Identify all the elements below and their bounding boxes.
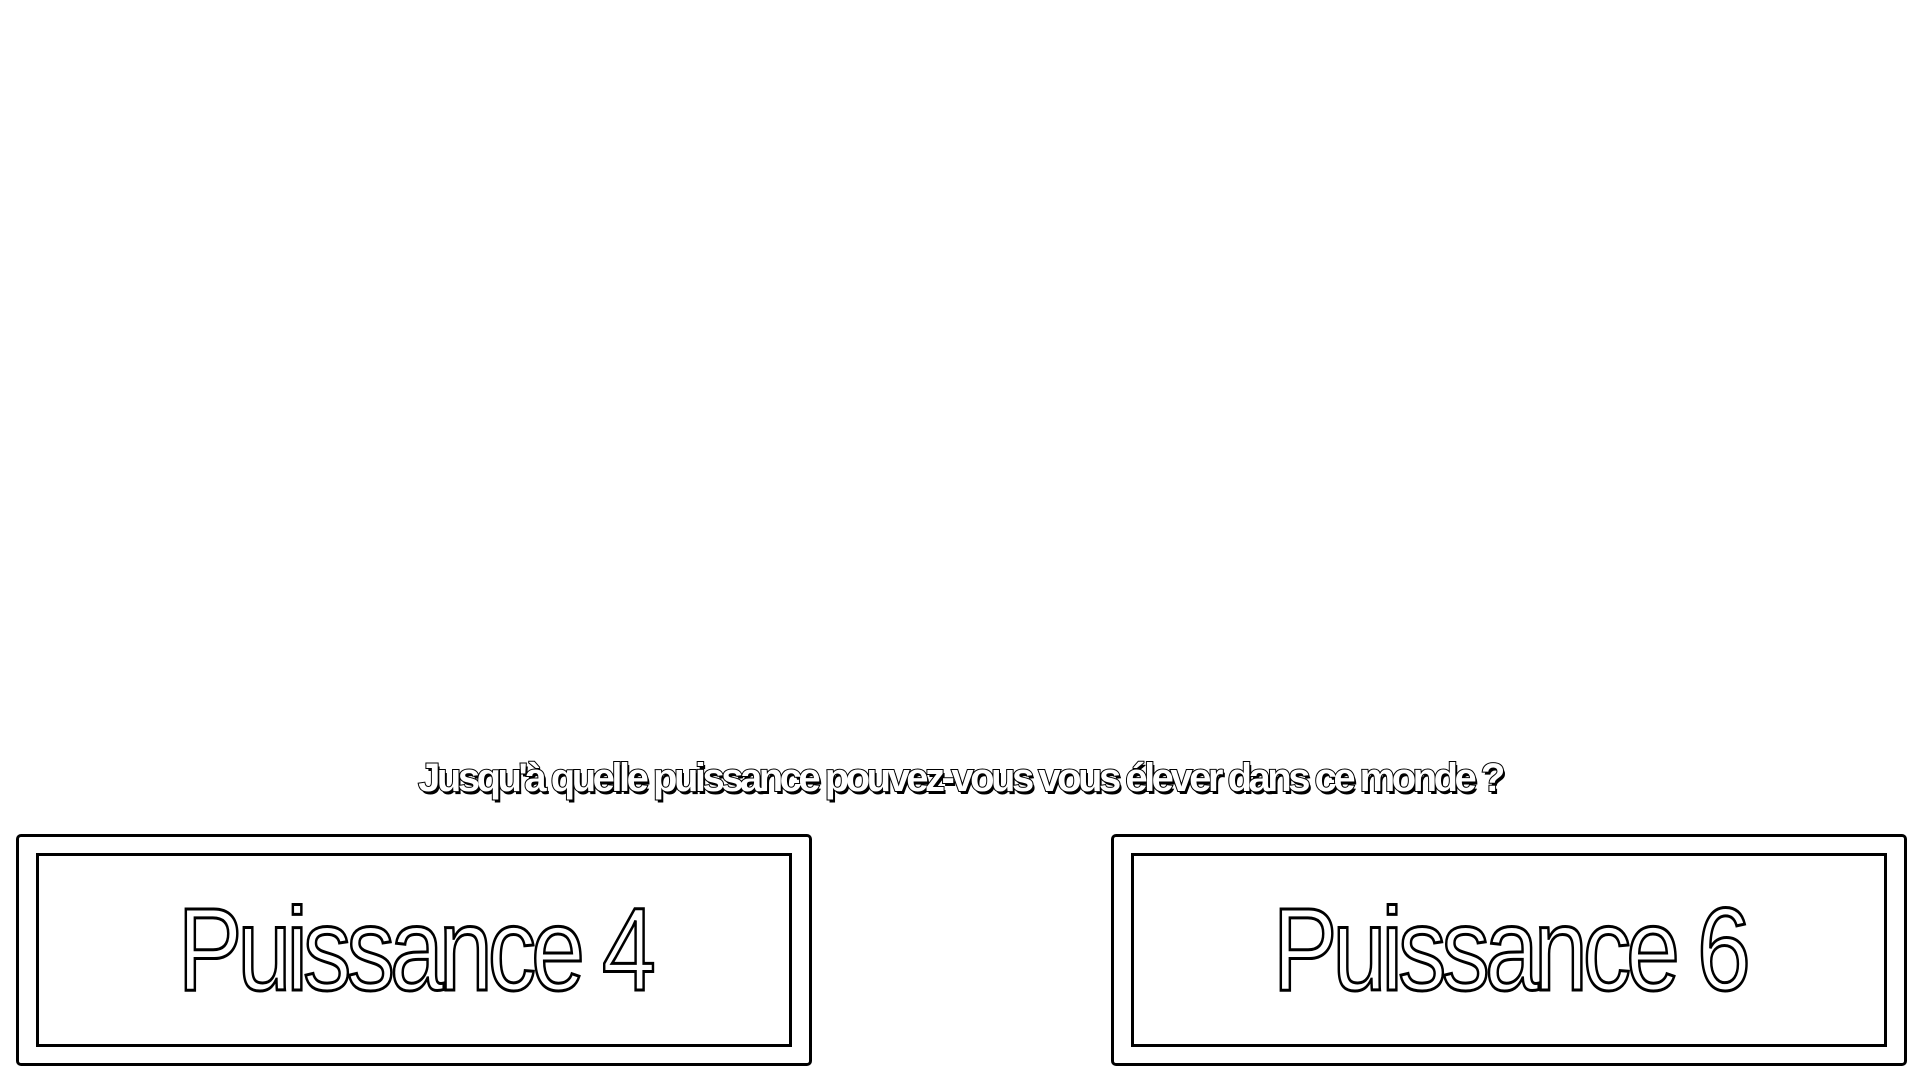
question-prompt: Jusqu'à quelle puissance pouvez-vous vou…: [417, 755, 1506, 801]
choice-button-puissance-6[interactable]: Puissance 6: [1111, 834, 1907, 1066]
choice-button-puissance-4[interactable]: Puissance 4: [16, 834, 812, 1066]
choice-label: Puissance 4: [176, 884, 656, 1016]
choice-inner-frame: Puissance 6: [1131, 853, 1887, 1047]
choice-inner-frame: Puissance 4: [36, 853, 792, 1047]
game-screen: Jusqu'à quelle puissance pouvez-vous vou…: [0, 0, 1920, 1080]
choice-label: Puissance 6: [1271, 884, 1751, 1016]
